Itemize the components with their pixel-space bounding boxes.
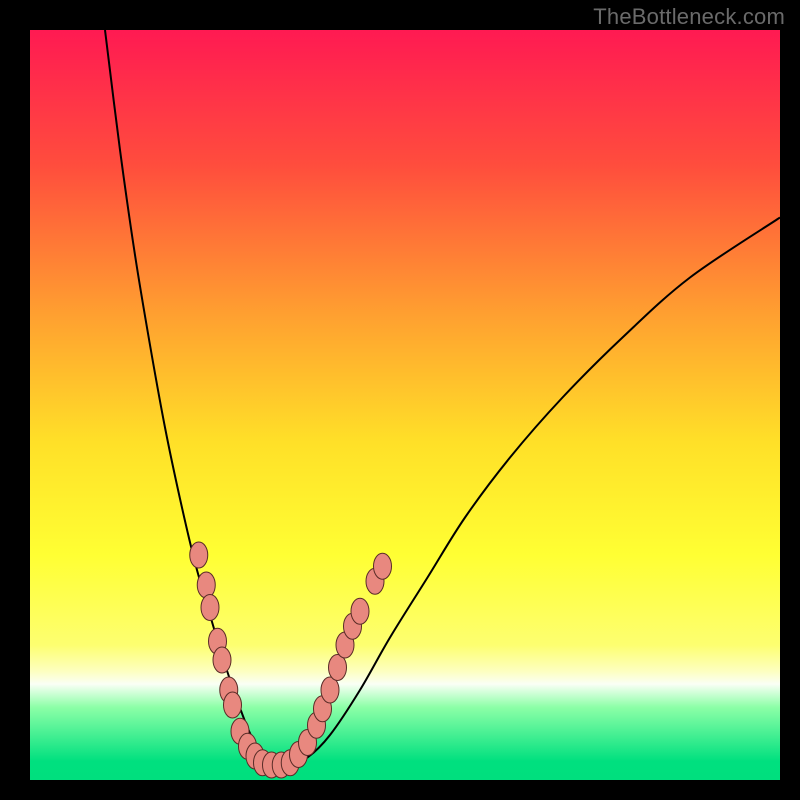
data-marker (197, 572, 215, 598)
data-marker (190, 542, 208, 568)
plot-area (30, 30, 780, 780)
data-marker (213, 647, 231, 673)
chart-frame: TheBottleneck.com (0, 0, 800, 800)
data-marker (224, 692, 242, 718)
chart-svg (30, 30, 780, 780)
data-marker (374, 553, 392, 579)
watermark-text: TheBottleneck.com (593, 4, 785, 30)
gradient-background (30, 30, 780, 780)
data-marker (351, 598, 369, 624)
data-marker (201, 595, 219, 621)
